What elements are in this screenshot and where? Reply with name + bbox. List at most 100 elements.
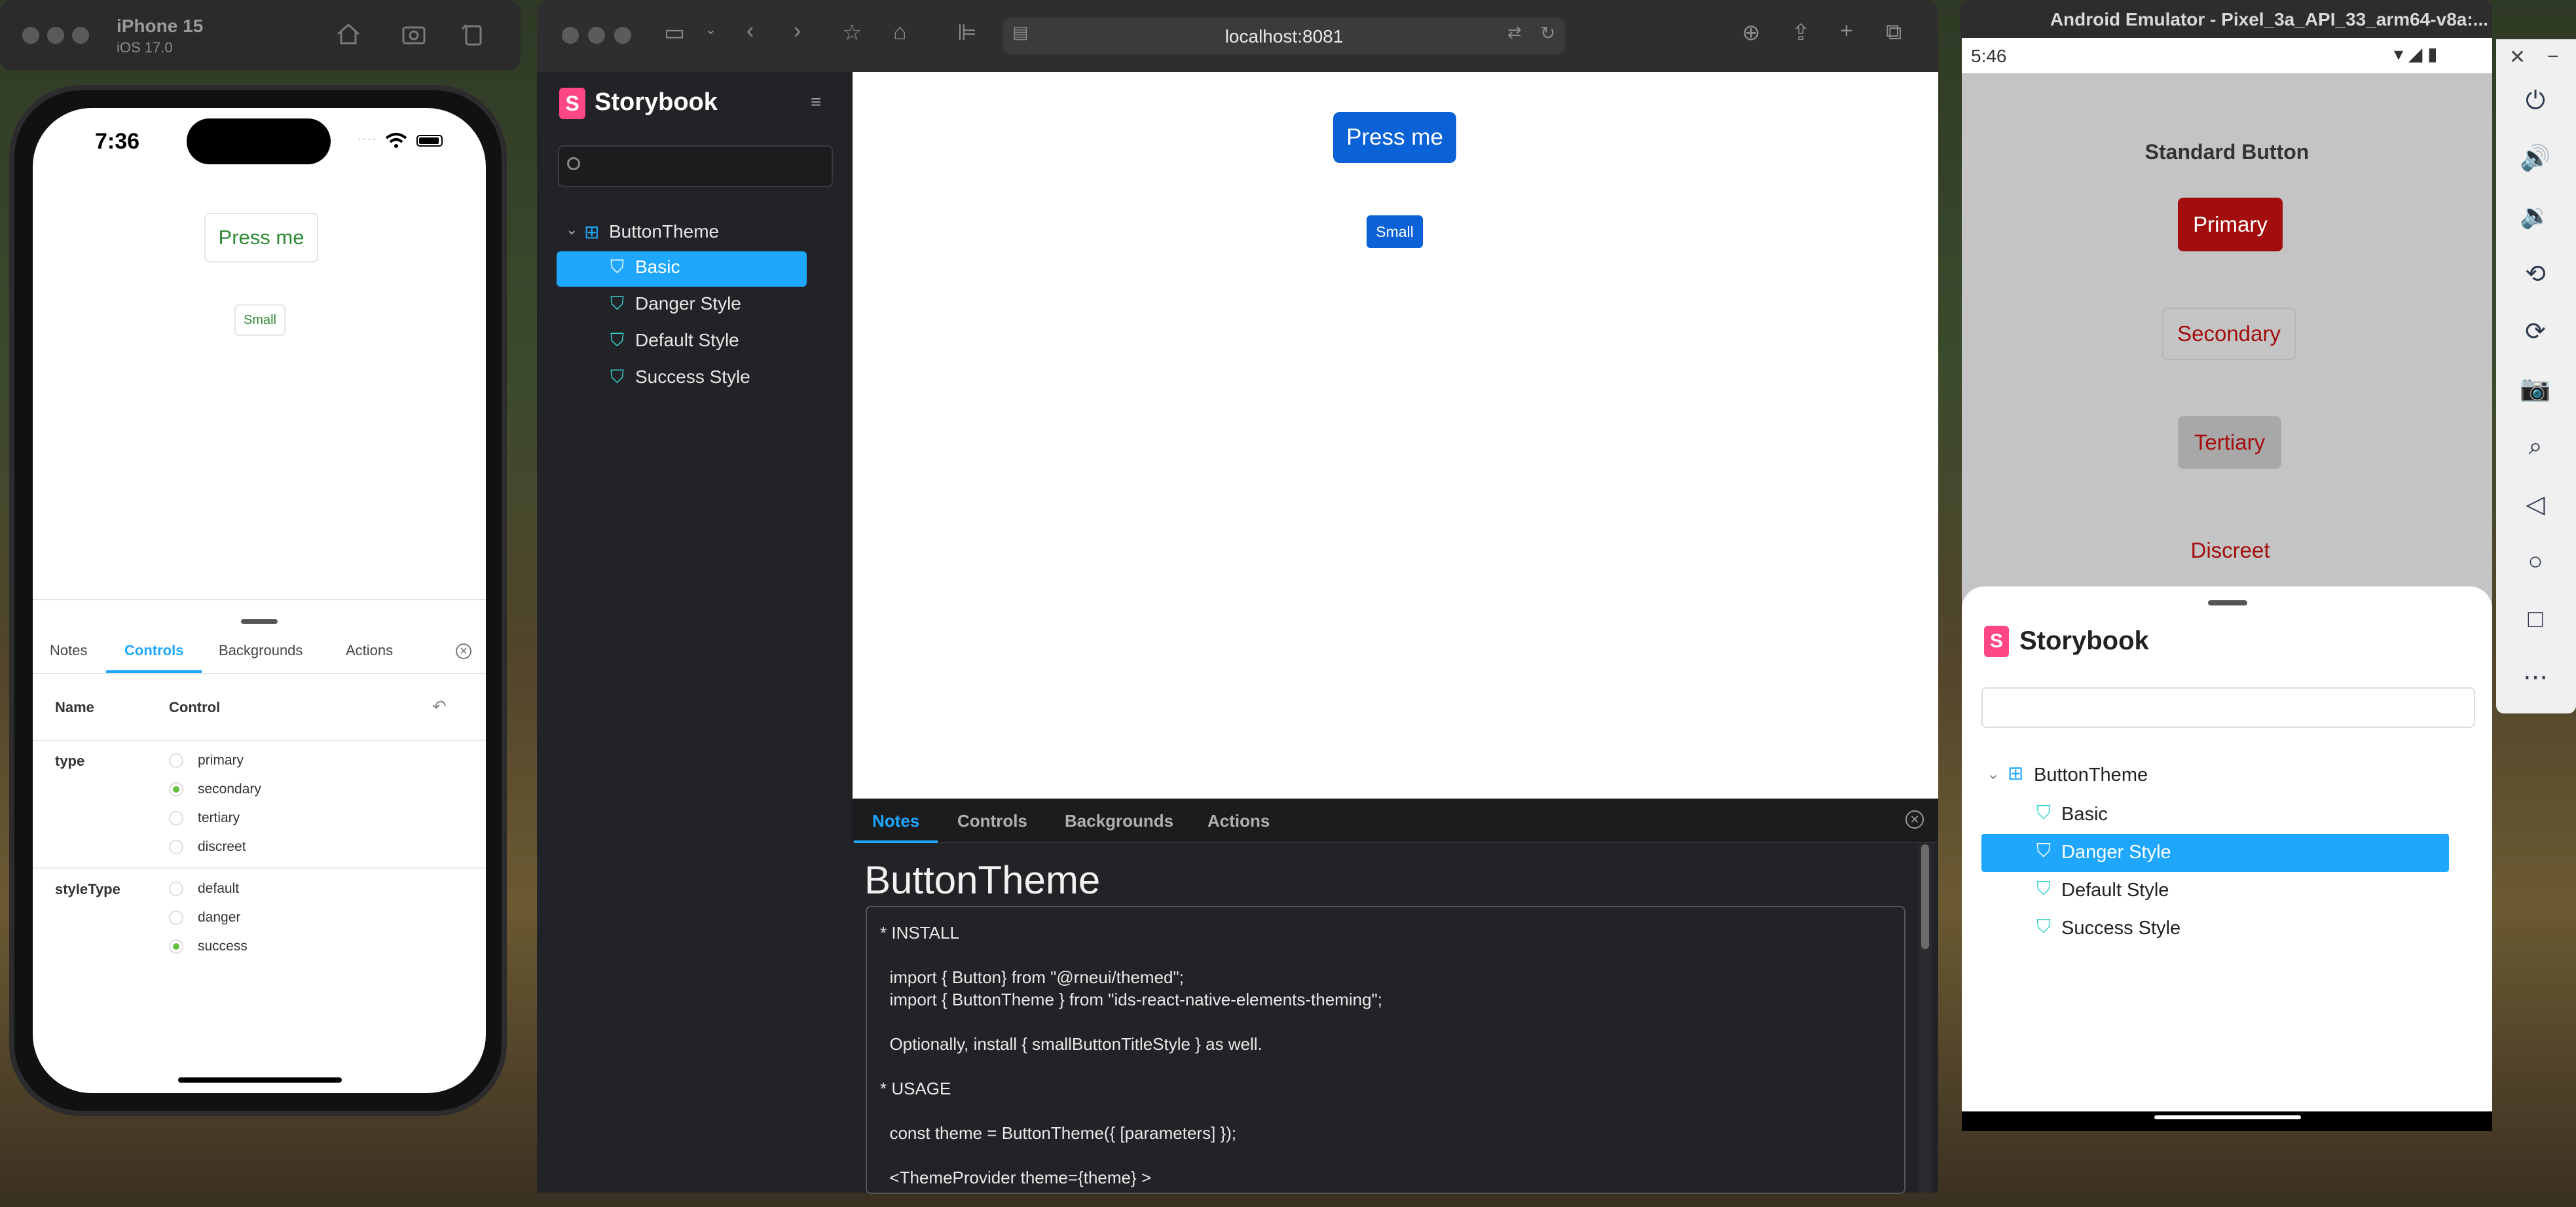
tab-actions[interactable]: Actions — [346, 642, 393, 659]
storybook-title: Storybook — [2019, 626, 2149, 655]
chevron-down-icon[interactable]: ⌄ — [566, 221, 578, 238]
tab-controls[interactable]: Controls — [124, 642, 183, 659]
browser-zoom-button[interactable] — [614, 27, 631, 44]
tab-notes[interactable]: Notes — [872, 811, 919, 831]
radio-tertiary[interactable] — [169, 811, 183, 825]
note-line: * INSTALL — [880, 923, 959, 943]
chevron-down-icon[interactable]: ⌄ — [705, 21, 716, 38]
panel-grabber[interactable] — [241, 619, 278, 624]
close-icon[interactable]: ✕ — [2509, 46, 2526, 69]
bookmark-icon: ⛉ — [2036, 916, 2051, 937]
browser-close-button[interactable] — [562, 27, 579, 44]
url-text[interactable]: localhost:8081 — [1003, 26, 1565, 47]
row-divider — [33, 740, 486, 741]
tree-item-danger-style[interactable]: Danger Style — [2061, 842, 2171, 863]
back-icon[interactable]: ◁ — [2517, 486, 2554, 522]
browser-minimize-button[interactable] — [588, 27, 605, 44]
tree-item-success-style[interactable]: Success Style — [2061, 918, 2180, 939]
camera-icon[interactable]: 📷 — [2517, 370, 2554, 407]
sidebar-toggle-icon[interactable]: ▭ — [664, 20, 685, 46]
forward-icon[interactable]: › — [794, 18, 801, 44]
zoom-icon[interactable]: ⌕ — [2517, 428, 2554, 465]
radio-default[interactable] — [169, 882, 183, 896]
star-icon[interactable]: ☆ — [842, 20, 862, 46]
tree-item-danger-style[interactable]: Danger Style — [635, 293, 741, 314]
press-me-button[interactable]: Press me — [1333, 112, 1456, 163]
gesture-pill[interactable] — [2154, 1115, 2301, 1119]
radio-secondary[interactable] — [169, 782, 183, 797]
tab-backgrounds[interactable]: Backgrounds — [1065, 811, 1173, 831]
window-zoom-button[interactable] — [72, 27, 89, 44]
sheet-grabber[interactable] — [2208, 600, 2247, 605]
storybook-logo-icon: S — [559, 88, 585, 119]
home-icon[interactable]: ○ — [2517, 543, 2554, 580]
status-icons: ▾ ◢ ▮ — [2394, 44, 2438, 64]
more-icon[interactable]: ⋯ — [2517, 658, 2554, 695]
bookmark-icon: ⛉ — [2036, 878, 2051, 899]
discreet-button[interactable]: Discreet — [2171, 528, 2289, 573]
tree-item-success-style[interactable]: Success Style — [635, 367, 750, 387]
search-input[interactable] — [1981, 687, 2475, 728]
bookmark-icon: ⛉ — [610, 330, 625, 350]
search-input[interactable] — [558, 145, 833, 187]
home-indicator[interactable] — [178, 1077, 342, 1083]
volume-down-icon[interactable]: 🔉 — [2517, 198, 2554, 234]
press-me-button[interactable]: Press me — [204, 213, 318, 262]
share-icon[interactable]: ⇪ — [1792, 20, 1811, 46]
tree-selection-highlight — [557, 251, 807, 287]
back-icon[interactable]: ‹ — [746, 18, 754, 44]
rotate-right-icon[interactable]: ⟳ — [2517, 313, 2554, 350]
reset-controls-icon[interactable]: ↶ — [432, 696, 447, 717]
download-icon[interactable]: ⊕ — [1742, 20, 1761, 46]
note-line: Optionally, install { smallButtonTitleSt… — [880, 1034, 1262, 1054]
radio-label: secondary — [198, 782, 261, 797]
power-icon[interactable]: ⏻ — [2517, 82, 2554, 119]
menu-icon[interactable]: ≡ — [811, 92, 821, 113]
ios-signal-dots: .... — [358, 129, 378, 143]
volume-up-icon[interactable]: 🔊 — [2517, 140, 2554, 177]
chevron-down-icon[interactable]: ⌄ — [1987, 765, 2000, 784]
notes-title: ButtonTheme — [864, 858, 1101, 902]
radio-label: success — [198, 939, 248, 954]
radio-danger[interactable] — [169, 910, 183, 925]
overview-icon[interactable]: □ — [2517, 601, 2554, 638]
tab-notes[interactable]: Notes — [50, 642, 87, 659]
secondary-button[interactable]: Secondary — [2162, 308, 2296, 360]
tree-item-default-style[interactable]: Default Style — [2061, 880, 2169, 901]
window-minimize-button[interactable] — [47, 27, 64, 44]
home-icon[interactable] — [334, 20, 363, 48]
tab-controls[interactable]: Controls — [957, 811, 1027, 831]
home-icon[interactable]: ⌂ — [893, 20, 907, 45]
screenshot-icon[interactable] — [399, 20, 428, 48]
bookmark-icon: ⛉ — [610, 293, 625, 314]
minimize-icon[interactable]: − — [2547, 46, 2559, 68]
reader-icon[interactable]: ⊫ — [957, 20, 977, 46]
reload-icon[interactable]: ↻ — [1540, 22, 1555, 44]
rotate-left-icon[interactable]: ⟲ — [2517, 255, 2554, 292]
close-panel-icon[interactable]: ✕ — [1905, 810, 1924, 829]
tree-item-basic[interactable]: Basic — [2061, 804, 2108, 825]
radio-label: danger — [198, 910, 241, 925]
tree-item-default-style[interactable]: Default Style — [635, 330, 739, 351]
row-divider — [33, 867, 486, 869]
radio-success[interactable] — [169, 939, 183, 954]
tab-actions[interactable]: Actions — [1207, 811, 1270, 831]
tree-root-buttontheme[interactable]: ButtonTheme — [609, 221, 719, 242]
tab-backgrounds[interactable]: Backgrounds — [219, 642, 303, 659]
new-tab-icon[interactable]: + — [1840, 18, 1853, 44]
primary-button[interactable]: Primary — [2178, 198, 2283, 251]
translate-icon[interactable]: ⇄ — [1507, 22, 1522, 43]
small-button[interactable]: Small — [1367, 215, 1423, 248]
radio-primary[interactable] — [169, 753, 183, 768]
rotate-icon[interactable] — [458, 20, 487, 48]
tree-item-basic[interactable]: Basic — [635, 257, 680, 278]
tabs-overview-icon[interactable]: ⧉ — [1886, 20, 1902, 45]
tree-root-buttontheme[interactable]: ButtonTheme — [2034, 765, 2148, 786]
note-line: <ThemeProvider theme={theme} > — [880, 1168, 1152, 1187]
scrollbar-thumb[interactable] — [1921, 844, 1929, 949]
small-button[interactable]: Small — [234, 304, 285, 336]
window-close-button[interactable] — [22, 27, 39, 44]
tertiary-button[interactable]: Tertiary — [2178, 416, 2281, 469]
radio-discreet[interactable] — [169, 840, 183, 854]
close-panel-icon[interactable]: ✕ — [456, 643, 471, 659]
